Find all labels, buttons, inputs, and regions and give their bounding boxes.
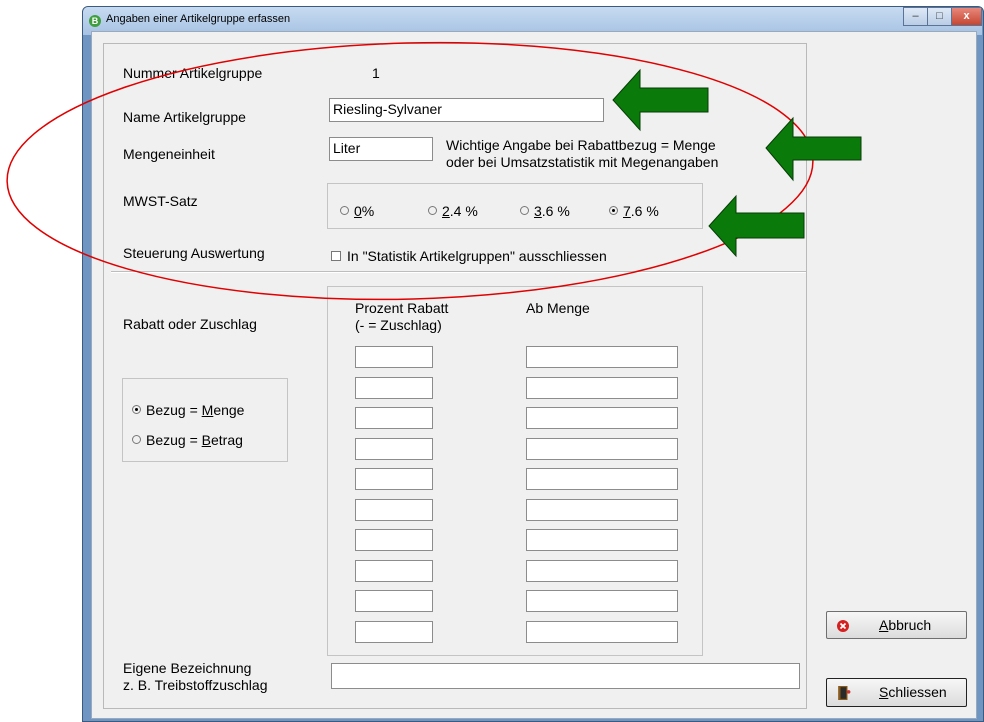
arrow-icon bbox=[612, 68, 709, 132]
annotation-ellipse bbox=[6, 41, 814, 301]
arrow-icon bbox=[765, 116, 862, 182]
annotation-overlay bbox=[6, 41, 862, 301]
